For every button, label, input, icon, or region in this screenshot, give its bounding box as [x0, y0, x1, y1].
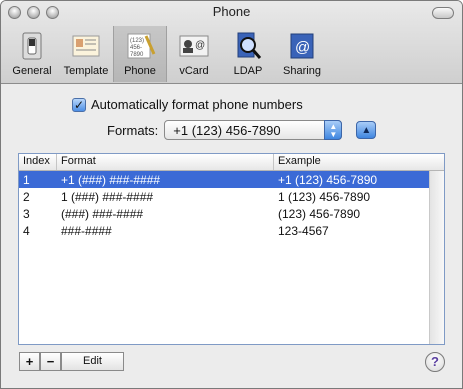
help-button[interactable]: ? — [425, 352, 445, 372]
table-header: Index Format Example — [19, 154, 444, 171]
svg-text:(123): (123) — [130, 38, 144, 44]
preferences-window: Phone General Template (123) 456- 7890 P… — [0, 0, 463, 389]
toolbar-item-vcard[interactable]: @ vCard — [167, 26, 221, 82]
table-row[interactable]: 4 ###-#### 123-4567 — [19, 222, 444, 239]
cell-example: (123) 456-7890 — [278, 206, 361, 221]
disclosure-up-button[interactable]: ▲ — [356, 121, 377, 139]
cell-format: +1 (###) ###-#### — [61, 172, 161, 187]
toolbar-label-ldap: LDAP — [233, 65, 263, 77]
cell-index: 3 — [23, 206, 30, 221]
cell-format: ###-#### — [61, 223, 112, 238]
cell-example: 123-4567 — [278, 223, 329, 238]
ldap-magnifier-icon — [237, 32, 262, 59]
remove-format-button[interactable]: − — [40, 352, 61, 371]
svg-text:@: @ — [195, 40, 205, 51]
svg-text:@: @ — [295, 39, 310, 56]
cell-index: 4 — [23, 223, 30, 238]
auto-format-label[interactable]: Automatically format phone numbers — [91, 97, 303, 112]
triangle-up-icon: ▲ — [361, 124, 372, 136]
template-card-icon — [72, 35, 100, 57]
vcard-icon: @ — [179, 35, 209, 57]
toolbar-item-sharing[interactable]: @ Sharing — [275, 26, 329, 82]
formats-selected-value: +1 (123) 456-7890 — [173, 123, 281, 138]
sharing-at-icon: @ — [290, 33, 314, 59]
column-header-format[interactable]: Format — [57, 154, 274, 170]
formats-row: Formats: +1 (123) 456-7890 ▲ ▼ ▲ — [107, 120, 377, 140]
preferences-toolbar: General Template (123) 456- 7890 Phone @… — [5, 26, 329, 83]
auto-format-row: ✓ Automatically format phone numbers — [72, 97, 303, 112]
add-format-button[interactable]: + — [19, 352, 40, 371]
column-header-example[interactable]: Example — [274, 154, 444, 170]
toolbar-toggle-button[interactable] — [432, 7, 454, 19]
toolbar-label-phone: Phone — [124, 65, 156, 77]
formats-popup[interactable]: +1 (123) 456-7890 ▲ ▼ — [164, 120, 343, 140]
cell-index: 1 — [23, 172, 30, 187]
toolbar-item-template[interactable]: Template — [59, 26, 113, 82]
toolbar-item-ldap[interactable]: LDAP — [221, 26, 275, 82]
toolbar-label-template: Template — [63, 65, 109, 77]
toolbar-label-vcard: vCard — [179, 65, 209, 77]
phone-pad-icon: (123) 456- 7890 — [127, 33, 156, 59]
svg-text:456-: 456- — [130, 45, 142, 51]
svg-text:7890: 7890 — [130, 52, 144, 58]
table-row[interactable]: 1 +1 (###) ###-#### +1 (123) 456-7890 — [19, 171, 444, 188]
auto-format-checkbox[interactable]: ✓ — [72, 97, 86, 112]
cell-format: 1 (###) ###-#### — [61, 189, 154, 204]
formats-table[interactable]: Index Format Example 1 +1 (###) ###-####… — [18, 153, 445, 345]
table-controls: + − Edit — [19, 352, 124, 371]
edit-format-button[interactable]: Edit — [61, 352, 124, 371]
general-switch-icon — [22, 32, 42, 60]
cell-example: 1 (123) 456-7890 — [278, 189, 371, 204]
formats-label: Formats: — [107, 122, 159, 138]
popup-arrows-icon: ▲ ▼ — [324, 120, 343, 140]
toolbar-label-sharing: Sharing — [283, 65, 321, 77]
column-header-index[interactable]: Index — [19, 154, 57, 170]
table-row[interactable]: 3 (###) ###-#### (123) 456-7890 — [19, 205, 444, 222]
cell-index: 2 — [23, 189, 30, 204]
cell-format: (###) ###-#### — [61, 206, 144, 221]
toolbar-item-phone[interactable]: (123) 456- 7890 Phone — [113, 26, 167, 82]
toolbar-label-general: General — [12, 65, 52, 77]
window-title: Phone — [212, 4, 251, 19]
cell-example: +1 (123) 456-7890 — [278, 172, 378, 187]
toolbar-item-general[interactable]: General — [5, 26, 59, 82]
vertical-scrollbar[interactable] — [429, 171, 444, 344]
table-row[interactable]: 2 1 (###) ###-#### 1 (123) 456-7890 — [19, 188, 444, 205]
title-toolbar-area: Phone General Template (123) 456- 7890 P… — [1, 1, 462, 84]
